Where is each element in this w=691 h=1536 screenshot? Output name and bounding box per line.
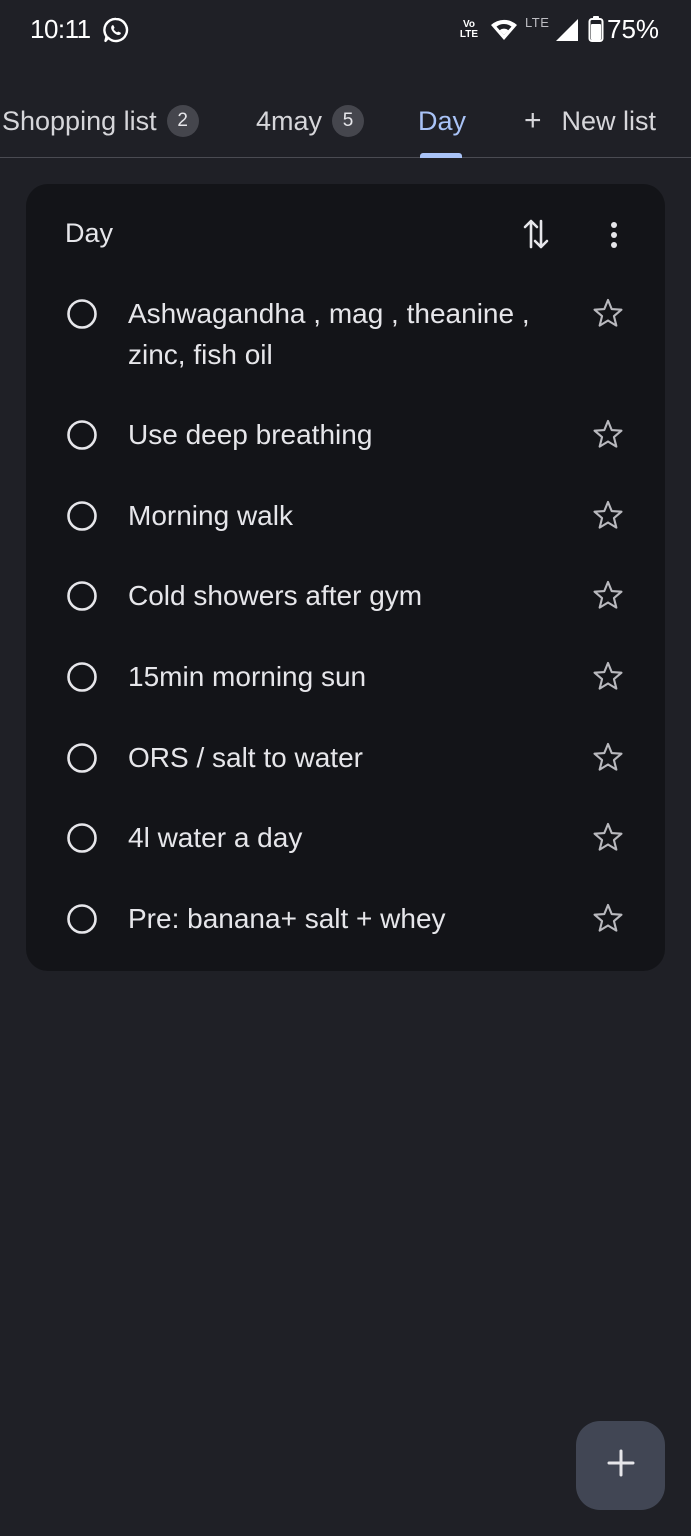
status-bar: 10:11 Vo LTE LTE 75%: [0, 0, 691, 62]
checkbox-circle-icon[interactable]: [66, 903, 98, 935]
tab-label: Day: [418, 105, 467, 136]
tab-label: Shopping list: [2, 105, 157, 136]
tab-count-badge: 5: [332, 105, 365, 137]
checkbox-circle-icon[interactable]: [66, 580, 98, 612]
list-title: Day: [65, 218, 114, 248]
checkbox-circle-icon[interactable]: [66, 822, 98, 854]
star-icon[interactable]: [591, 820, 625, 854]
tab-day[interactable]: Day: [418, 85, 466, 157]
star-icon[interactable]: [591, 740, 625, 774]
checkbox-circle-icon[interactable]: [66, 742, 98, 774]
checkbox-circle-icon[interactable]: [66, 661, 98, 693]
task-list-card: Day Ashwagandha , mag , theanine , zinc,…: [26, 184, 665, 971]
checkbox-circle-icon[interactable]: [66, 500, 98, 532]
volte-icon: Vo LTE: [456, 20, 482, 40]
active-tab-indicator: [420, 153, 462, 158]
wifi-icon: [490, 18, 518, 42]
task-text: 4l water a day: [128, 822, 303, 853]
add-task-button[interactable]: [576, 1421, 665, 1510]
task-text: Morning walk: [128, 500, 293, 531]
star-icon[interactable]: [591, 578, 625, 612]
volte-line2: LTE: [459, 29, 479, 40]
signal-icon: [554, 18, 580, 42]
tab-label: 4may: [256, 105, 323, 136]
checkbox-circle-icon[interactable]: [66, 419, 98, 451]
star-icon[interactable]: [591, 417, 625, 451]
star-icon[interactable]: [591, 498, 625, 532]
plus-icon: +: [524, 104, 542, 137]
whatsapp-icon: [102, 16, 130, 44]
star-icon[interactable]: [591, 296, 625, 330]
star-icon[interactable]: [591, 901, 625, 935]
task-text: Cold showers after gym: [128, 580, 423, 611]
list-tabs: Shopping list 2 4may 5 Day + New list: [0, 85, 691, 158]
task-text: Use deep breathing: [128, 419, 373, 450]
task-text: Pre: banana+ salt + whey: [128, 903, 446, 934]
network-type: LTE: [525, 15, 550, 30]
more-vert-icon[interactable]: [604, 220, 624, 250]
battery-percent: 75%: [607, 14, 660, 44]
new-list-button[interactable]: + New list: [524, 85, 656, 157]
star-icon[interactable]: [591, 659, 625, 693]
task-text: Ashwagandha , mag , theanine , zinc, fis…: [128, 298, 530, 370]
task-text: 15min morning sun: [128, 661, 367, 692]
checkbox-circle-icon[interactable]: [66, 298, 98, 330]
plus-icon: [606, 1448, 636, 1483]
status-time: 10:11: [30, 14, 91, 44]
tab-count-badge: 2: [166, 105, 199, 137]
battery-icon: [588, 15, 604, 43]
tab-shopping-list[interactable]: Shopping list 2: [2, 85, 199, 157]
new-list-label: New list: [561, 105, 657, 136]
sort-icon[interactable]: [522, 217, 550, 251]
tab-4may[interactable]: 4may 5: [256, 85, 365, 157]
task-text: ORS / salt to water: [128, 742, 363, 773]
